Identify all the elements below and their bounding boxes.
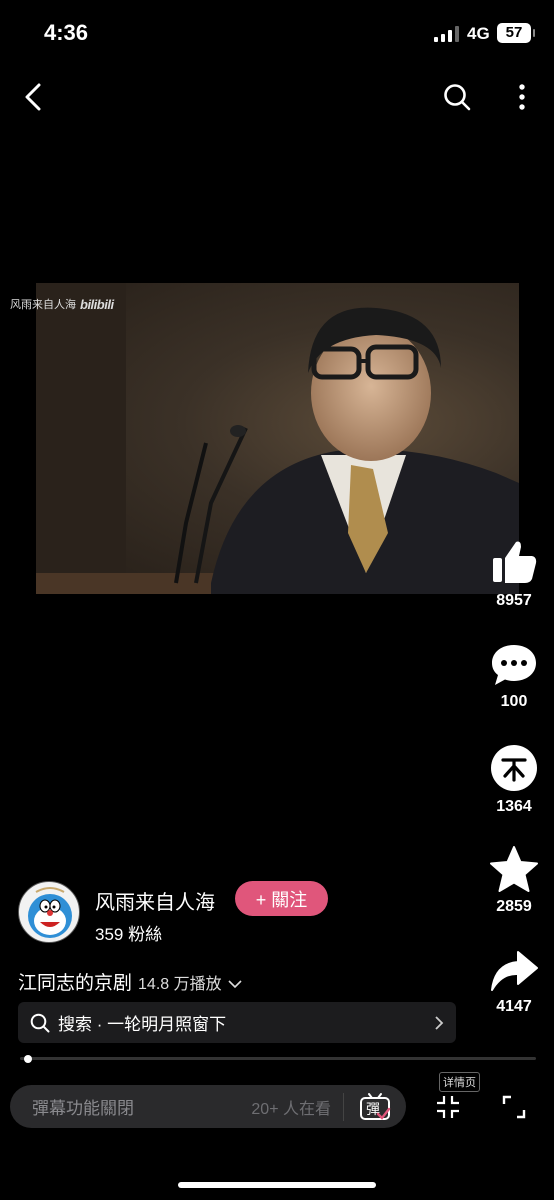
author-name[interactable]: 风雨来自人海 — [95, 886, 215, 915]
watermark-channel: 风雨来自人海 — [10, 299, 76, 311]
chevron-right-icon — [435, 1015, 444, 1030]
doraemon-avatar-icon — [28, 887, 72, 938]
share-arrow-icon — [491, 951, 538, 991]
star-icon — [490, 846, 538, 892]
home-indicator — [178, 1182, 376, 1188]
status-time: 4:36 — [44, 20, 89, 45]
follow-button[interactable]: + 關注 — [235, 881, 328, 916]
share-button[interactable]: 4147 — [484, 950, 544, 1016]
thumbs-up-icon — [493, 541, 537, 583]
battery-icon: 57 — [497, 23, 535, 43]
fullscreen-icon — [502, 1095, 526, 1119]
fullscreen-button[interactable] — [500, 1093, 528, 1121]
video-title: 江同志的京剧 — [18, 973, 133, 994]
fans-count: 359 粉絲 — [95, 925, 163, 944]
back-button[interactable] — [16, 80, 50, 114]
detail-page-label: 详情页 — [439, 1072, 480, 1092]
comment-button[interactable]: 100 — [484, 643, 544, 711]
danmaku-toggle-label: 彈 — [366, 1102, 380, 1118]
more-vertical-icon — [519, 84, 525, 110]
comment-count: 100 — [500, 693, 528, 710]
share-count: 4147 — [496, 998, 532, 1015]
search-icon — [30, 1013, 50, 1032]
danmaku-placeholder: 彈幕功能關閉 — [32, 1099, 134, 1118]
video-frame — [36, 283, 519, 594]
chevron-left-icon — [25, 83, 41, 111]
video-watermark: 风雨来自人海 bilibili — [10, 296, 114, 312]
comment-icon — [492, 645, 536, 685]
coin-icon — [491, 745, 537, 791]
favorite-count: 2859 — [496, 898, 532, 915]
network-type: 4G — [467, 24, 490, 43]
chevron-down-icon — [228, 980, 242, 989]
danmaku-toggle-button[interactable]: 彈 — [344, 1092, 406, 1122]
related-search-text: 搜索 · 一轮明月照窗下 — [58, 1015, 227, 1034]
detail-page-button[interactable] — [434, 1093, 462, 1121]
coin-button[interactable]: 1364 — [484, 744, 544, 816]
video-player[interactable] — [36, 283, 519, 594]
like-button[interactable]: 8957 — [484, 538, 544, 610]
progress-track[interactable] — [20, 1057, 536, 1060]
signal-icon — [434, 26, 462, 42]
progress-handle[interactable] — [24, 1055, 33, 1063]
follow-label: + 關注 — [255, 889, 308, 910]
more-button[interactable] — [508, 80, 536, 114]
search-icon — [444, 84, 471, 111]
danmaku-toggle-icon: 彈 — [360, 1092, 391, 1120]
like-count: 8957 — [496, 592, 532, 609]
related-search-bar[interactable]: 搜索 · 一轮明月照窗下 — [18, 1002, 456, 1043]
watching-count: 20+ 人在看 — [251, 1100, 331, 1118]
danmaku-input[interactable]: 彈幕功能關閉 20+ 人在看 彈 — [10, 1085, 406, 1128]
coin-count: 1364 — [496, 798, 532, 815]
bilibili-logo: bilibili — [80, 296, 114, 312]
favorite-button[interactable]: 2859 — [484, 846, 544, 916]
search-button[interactable] — [440, 80, 474, 114]
avatar[interactable] — [18, 881, 80, 943]
view-count: 14.8 万播放 — [138, 976, 222, 993]
video-title-row[interactable]: 江同志的京剧 14.8 万播放 — [18, 968, 242, 995]
shrink-icon — [437, 1096, 459, 1118]
